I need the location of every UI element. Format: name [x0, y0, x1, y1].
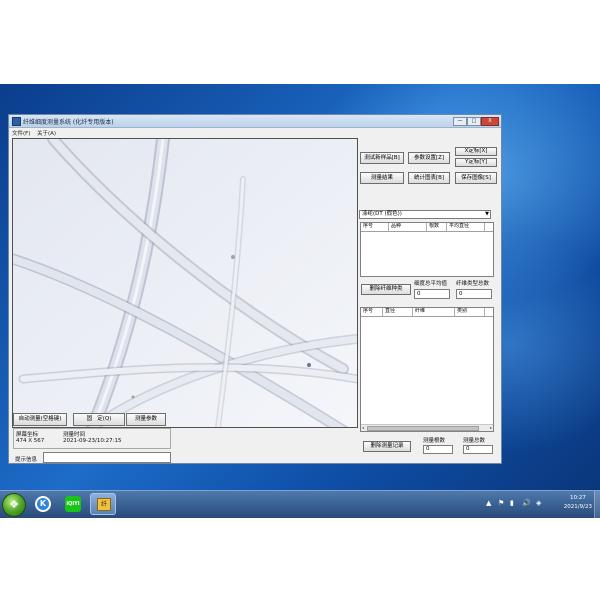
horizontal-scrollbar[interactable]: ◂ ▸	[361, 424, 493, 431]
taskbar-k-app[interactable]: K	[30, 493, 56, 515]
screen-coords-value: 474 X 567	[16, 438, 45, 444]
test-new-sample-button[interactable]: 测试新样品[B]	[360, 152, 404, 164]
col-header-category: 类别	[455, 308, 485, 316]
start-button[interactable]: ❖	[2, 493, 26, 517]
avg-fineness-label: 细度总平均值	[414, 281, 448, 287]
detail-table-header: 序号 直径 纤维 类别	[361, 308, 493, 317]
window-title: 纤维细度测量系统 (化纤专用版本)	[23, 119, 114, 126]
microscope-image-view[interactable]	[12, 138, 358, 428]
y-calibrate-button[interactable]: Y定标[Y]	[455, 158, 497, 167]
tray-volume-icon[interactable]: 🔊	[522, 499, 531, 507]
hint-field	[43, 452, 171, 463]
tray-expand-icon[interactable]: ▲	[486, 499, 491, 507]
measure-count-field: 0	[423, 445, 453, 454]
col-header-index: 序号	[361, 223, 389, 231]
col-header-index: 序号	[361, 308, 383, 316]
auto-measure-button[interactable]: 自动测量(空格键)	[13, 413, 67, 426]
k-app-icon: K	[35, 496, 51, 512]
measure-total-label: 测量总数	[463, 438, 486, 444]
fiber-app-icon: 纤	[97, 498, 111, 511]
taskbar-iqiyi-app[interactable]: iQIYI	[60, 493, 86, 515]
fiber-microscope-image	[13, 139, 357, 427]
tray-network-icon[interactable]: ▮	[510, 499, 514, 507]
app-icon	[12, 117, 21, 126]
avg-fineness-field: 0	[414, 289, 450, 299]
app-window: 纤维细度测量系统 (化纤专用版本) — □ X 文件(F) 关于(A) 测试新样…	[8, 114, 502, 464]
fiber-types-total-field: 0	[456, 289, 492, 299]
tray-flag-icon[interactable]: ⚑	[498, 499, 504, 507]
summary-table-header: 序号 品种 根数 平均直径	[361, 223, 493, 232]
measure-result-button[interactable]: 测量结果	[360, 172, 404, 184]
fiber-type-select-value: 涤纶(DT (假色))	[362, 211, 402, 217]
scrollbar-thumb[interactable]	[367, 426, 479, 431]
taskbar-fiber-app[interactable]: 纤	[90, 493, 116, 515]
freeze-button[interactable]: 固 定(Q)	[73, 413, 125, 426]
x-calibrate-button[interactable]: X定标[X]	[455, 147, 497, 156]
save-image-button[interactable]: 保存图像[S]	[455, 172, 497, 184]
menu-bar: 文件(F) 关于(A)	[9, 127, 501, 137]
chevron-down-icon: ▼	[485, 211, 489, 217]
stats-chart-button[interactable]: 统计图表[B]	[408, 172, 450, 184]
col-header-count: 根数	[427, 223, 447, 231]
menu-about[interactable]: 关于(A)	[37, 129, 56, 137]
measure-total-field: 0	[463, 445, 493, 454]
menu-file[interactable]: 文件(F)	[12, 129, 30, 137]
fiber-types-total-label: 纤维类型总数	[456, 281, 490, 287]
summary-table[interactable]: 序号 品种 根数 平均直径	[360, 222, 494, 277]
hint-label: 提示信息	[15, 457, 38, 463]
taskbar-clock[interactable]: 10:27 2021/9/23	[564, 494, 592, 512]
col-header-variety: 品种	[389, 223, 427, 231]
clock-time: 10:27	[569, 495, 586, 501]
show-desktop-button[interactable]	[594, 491, 600, 518]
measure-time-label: 测量时间	[63, 432, 86, 438]
close-button[interactable]: X	[481, 117, 499, 126]
measure-count-label: 测量根数	[423, 438, 446, 444]
clock-date: 2021/9/23	[563, 504, 592, 510]
maximize-button[interactable]: □	[467, 117, 481, 126]
scroll-right-icon[interactable]: ▸	[490, 425, 492, 431]
delete-fiber-type-button[interactable]: 删除纤维种类	[361, 284, 411, 295]
tray-app-icon[interactable]: ◈	[536, 499, 541, 507]
col-header-diameter: 直径	[383, 308, 413, 316]
col-header-avg-diameter: 平均直径	[447, 223, 485, 231]
measurement-detail-table[interactable]: 序号 直径 纤维 类别 ◂ ▸	[360, 307, 494, 432]
taskbar: ❖ K iQIYI 纤 ▲ ⚑ ▮ 🔊 ◈ 10:27 2021/9/23	[0, 490, 600, 518]
measure-time-value: 2021-09-23/10:27:15	[63, 438, 122, 444]
measure-params-button[interactable]: 测量参数	[126, 413, 166, 426]
minimize-button[interactable]: —	[453, 117, 467, 126]
scroll-left-icon[interactable]: ◂	[362, 425, 364, 431]
param-settings-button[interactable]: 参数设置[Z]	[408, 152, 450, 164]
screen-coords-label: 屏幕坐标	[16, 432, 39, 438]
fiber-type-select[interactable]: 涤纶(DT (假色)) ▼	[359, 210, 491, 219]
iqiyi-icon: iQIYI	[65, 496, 81, 512]
col-header-fiber: 纤维	[413, 308, 455, 316]
delete-record-button[interactable]: 删除测量记录	[363, 441, 411, 452]
